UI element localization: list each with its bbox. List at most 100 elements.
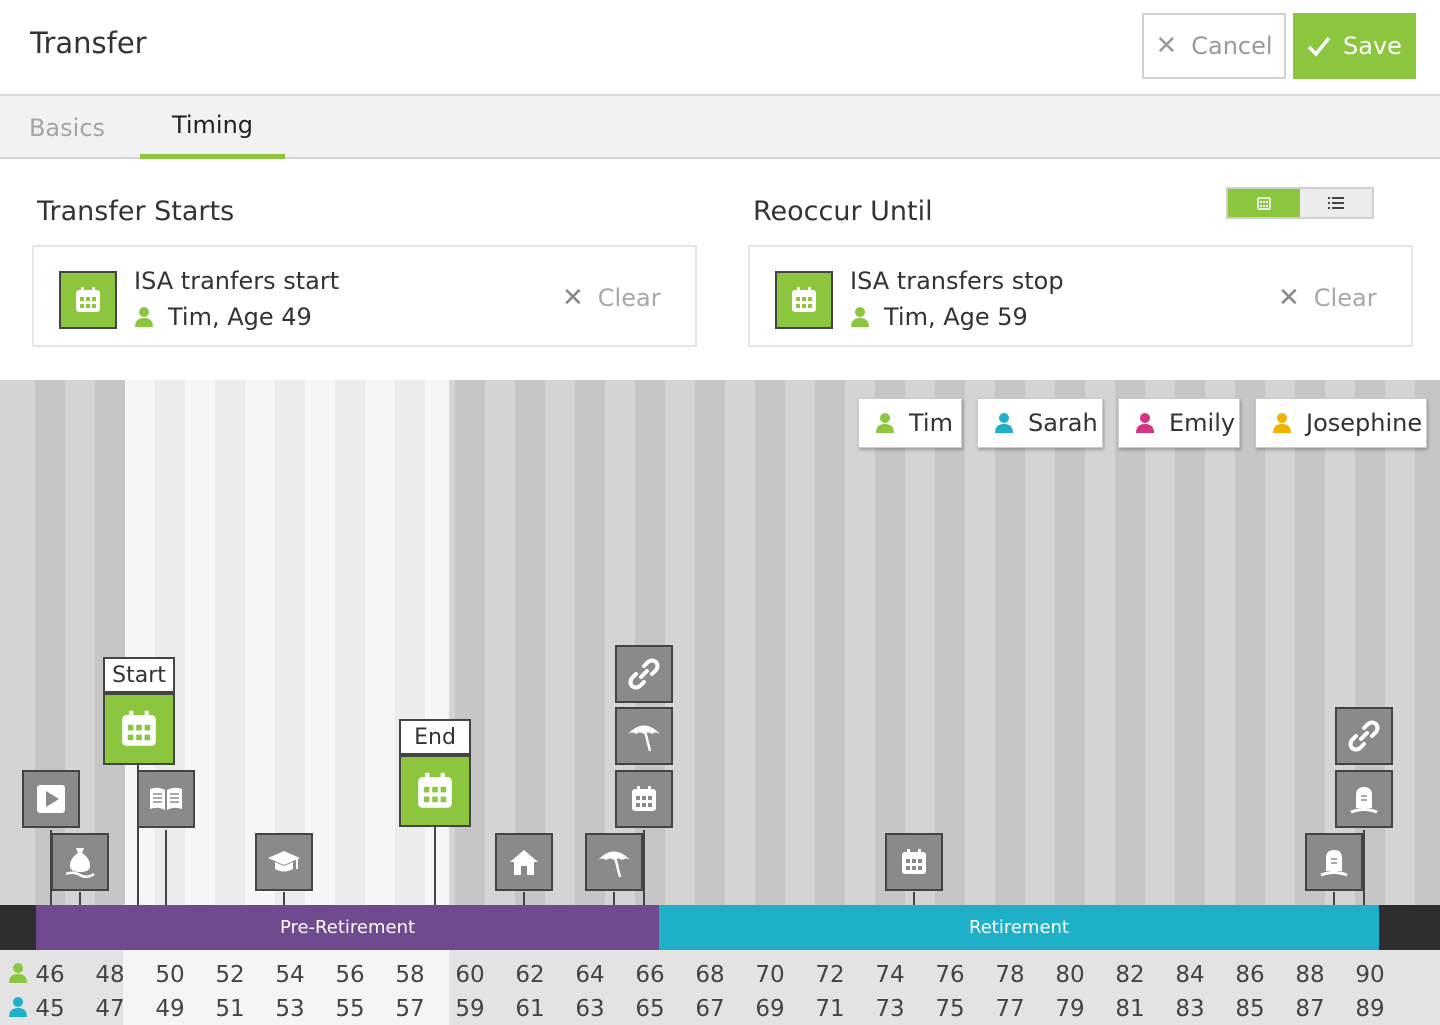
save-button[interactable]: Save: [1293, 13, 1416, 79]
event-person: Tim, Age 59: [850, 303, 1028, 331]
cancel-button[interactable]: ✕ Cancel: [1142, 13, 1286, 79]
age-label-sarah: 65: [635, 996, 665, 1022]
age-label-sarah: 57: [395, 996, 425, 1022]
link-icon[interactable]: [1335, 707, 1393, 765]
age-label-sarah: 69: [755, 996, 785, 1022]
timeline-stripe: [215, 380, 245, 905]
person-icon: [135, 307, 153, 327]
person-icon: [876, 413, 894, 433]
age-label-tim: 58: [395, 962, 425, 988]
timeline-stripe: [815, 380, 845, 905]
person-filter-tim[interactable]: Tim: [858, 398, 962, 448]
age-label-tim: 48: [95, 962, 125, 988]
person-filter-sarah[interactable]: Sarah: [977, 398, 1103, 448]
end-flag-label: End: [399, 719, 471, 755]
age-label-tim: 80: [1055, 962, 1085, 988]
age-label-tim: 64: [575, 962, 605, 988]
age-label-tim: 86: [1235, 962, 1265, 988]
event-stem: [523, 892, 525, 905]
event-name: ISA transfers stop: [850, 267, 1064, 295]
age-label-sarah: 47: [95, 996, 125, 1022]
event-stem: [1333, 892, 1335, 905]
transfer-starts-heading: Transfer Starts: [37, 196, 235, 227]
age-label-tim: 54: [275, 962, 305, 988]
event-stem: [613, 892, 615, 905]
age-label-sarah: 79: [1055, 996, 1085, 1022]
reoccur-until-heading: Reoccur Until: [753, 196, 933, 227]
age-label-tim: 74: [875, 962, 905, 988]
person-icon: [851, 307, 869, 327]
tombstone-icon[interactable]: [1335, 770, 1393, 828]
person-name: Emily: [1169, 409, 1236, 437]
person-filter-josephine[interactable]: Josephine: [1255, 398, 1427, 448]
list-view-button[interactable]: [1300, 189, 1372, 217]
age-label-tim: 78: [995, 962, 1025, 988]
age-label-tim: 50: [155, 962, 185, 988]
tombstone-icon[interactable]: [1305, 833, 1363, 891]
age-label-tim: 66: [635, 962, 665, 988]
phase-pre-retirement: Pre-Retirement: [36, 905, 659, 950]
tab-basics[interactable]: Basics: [0, 96, 134, 159]
timeline-stripe: [1295, 380, 1325, 905]
age-label-tim: 60: [455, 962, 485, 988]
age-label-sarah: 51: [215, 996, 245, 1022]
timeline: Tim Sarah Emily Josephine Start End Pre-…: [0, 380, 1440, 1025]
list-icon: [1328, 197, 1344, 209]
umbrella-icon[interactable]: [615, 707, 673, 765]
age-label-sarah: 73: [875, 996, 905, 1022]
calendar-icon[interactable]: [399, 755, 471, 827]
graduation-cap-icon[interactable]: [255, 833, 313, 891]
event-stem: [1363, 830, 1365, 905]
event-stem: [643, 830, 645, 905]
calendar-icon: [775, 271, 833, 329]
clear-start-button[interactable]: ✕ Clear: [562, 283, 661, 313]
calendar-view-button[interactable]: [1228, 189, 1300, 217]
play-icon[interactable]: [22, 770, 80, 828]
age-label-sarah: 77: [995, 996, 1025, 1022]
timeline-stripe: [95, 380, 125, 905]
tab-timing[interactable]: Timing: [140, 96, 285, 159]
event-stem: [434, 827, 436, 905]
event-name: ISA tranfers start: [134, 267, 340, 295]
person-filter-emily[interactable]: Emily: [1118, 398, 1240, 448]
calendar-icon: [1257, 197, 1271, 210]
age-label-sarah: 59: [455, 996, 485, 1022]
book-icon[interactable]: [137, 770, 195, 828]
umbrella-icon[interactable]: [585, 833, 643, 891]
cancel-label: Cancel: [1191, 32, 1273, 60]
timeline-stripe: [695, 380, 725, 905]
phase-bar: Pre-Retirement Retirement: [0, 905, 1440, 950]
transfer-starts-card[interactable]: ISA tranfers start Tim, Age 49 ✕ Clear: [32, 245, 697, 347]
event-person: Tim, Age 49: [134, 303, 312, 331]
timeline-stripe: [1115, 380, 1145, 905]
age-label-tim: 68: [695, 962, 725, 988]
age-label-sarah: 61: [515, 996, 545, 1022]
calendar-icon[interactable]: [615, 770, 673, 828]
tab-bar: Basics Timing: [0, 96, 1440, 159]
event-stem: [283, 892, 285, 905]
reoccur-until-card[interactable]: ISA transfers stop Tim, Age 59 ✕ Clear: [748, 245, 1413, 347]
timeline-stripe: [575, 380, 605, 905]
house-icon[interactable]: [495, 833, 553, 891]
timeline-stripe: [935, 380, 965, 905]
checkmark-icon: [1307, 36, 1331, 57]
link-icon[interactable]: [615, 645, 673, 703]
age-label-tim: 76: [935, 962, 965, 988]
header-bar: Transfer ✕ Cancel Save: [0, 0, 1440, 96]
money-bag-icon[interactable]: [51, 833, 109, 891]
page-title: Transfer: [30, 26, 147, 60]
age-label-sarah: 55: [335, 996, 365, 1022]
calendar-icon[interactable]: [885, 833, 943, 891]
timeline-stripe: [875, 380, 905, 905]
phase-retirement: Retirement: [659, 905, 1379, 950]
age-label-sarah: 45: [35, 996, 65, 1022]
person-name: Sarah: [1028, 409, 1098, 437]
timeline-stripe: [755, 380, 785, 905]
age-label-tim: 90: [1355, 962, 1385, 988]
age-label-tim: 62: [515, 962, 545, 988]
age-label-sarah: 67: [695, 996, 725, 1022]
close-icon: ✕: [1155, 31, 1178, 61]
clear-end-button[interactable]: ✕ Clear: [1278, 283, 1377, 313]
age-label-sarah: 49: [155, 996, 185, 1022]
calendar-icon[interactable]: [103, 693, 175, 765]
